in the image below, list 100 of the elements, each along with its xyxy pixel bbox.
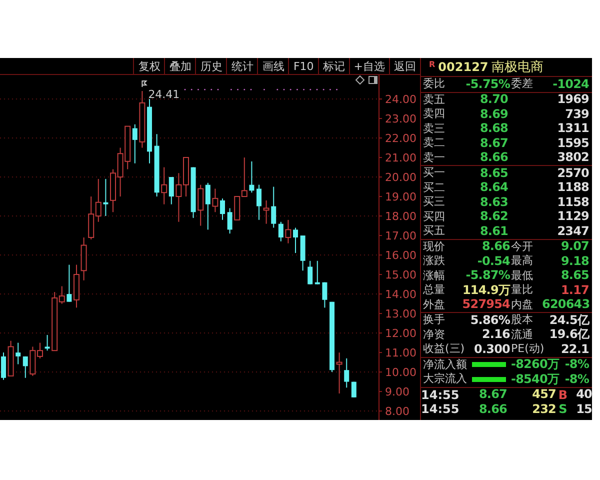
- axis-label: 17.00: [385, 230, 416, 242]
- order-level-label: 卖五: [422, 92, 446, 107]
- candlestick: [139, 90, 146, 148]
- stat-value: 2.16: [482, 328, 510, 342]
- stat-label: 总量: [422, 283, 446, 298]
- trade-count: 40: [576, 388, 592, 402]
- axis-label: 21.00: [385, 152, 416, 164]
- order-price: 8.67: [480, 136, 508, 150]
- stat-value: 8.66: [482, 240, 510, 254]
- axis-label: 12.00: [385, 327, 416, 340]
- candlestick: [308, 260, 313, 285]
- trade-volume: 232: [532, 402, 556, 416]
- order-level-label: 卖四: [422, 107, 446, 122]
- order-price: 8.62: [480, 210, 508, 224]
- stat-value: -5.87%: [466, 269, 510, 282]
- stock-code: 002127: [438, 60, 488, 74]
- axis-label: 20.00: [385, 171, 416, 184]
- candlestick: [44, 334, 50, 352]
- candlestick: [212, 188, 218, 213]
- axis-label: 16.00: [385, 249, 416, 262]
- order-price: 8.70: [480, 93, 508, 106]
- stat-value: 114.9万: [462, 284, 510, 297]
- candlestick: [351, 381, 356, 398]
- stat-value: -5.75%: [466, 78, 510, 91]
- stat-label: 委比: [422, 77, 446, 92]
- order-price: 8.65: [480, 166, 508, 180]
- order-volume: 1188: [557, 181, 589, 194]
- stat-value: 620643: [542, 298, 590, 312]
- order-level-label: 买三: [422, 195, 446, 210]
- order-volume: 3802: [557, 151, 589, 164]
- stat-label: 量比: [510, 283, 534, 298]
- candlestick: [336, 352, 342, 394]
- order-level-label: 卖二: [422, 136, 446, 150]
- candlestick: [154, 134, 160, 197]
- panel-toggle-icon[interactable]: [368, 76, 378, 84]
- trade-count: 15: [576, 402, 592, 416]
- candlestick: [256, 184, 262, 220]
- order-price: 8.66: [480, 151, 508, 164]
- stat-label: 今开: [510, 240, 534, 254]
- flow-label: 大宗流入: [422, 372, 468, 386]
- candlestick: [344, 358, 350, 388]
- order-volume: 1311: [557, 122, 589, 136]
- candlestick: [220, 198, 225, 220]
- axis-label: 9.00: [385, 386, 410, 399]
- axis-label: 23.00: [385, 112, 416, 126]
- stat-label: 涨幅: [422, 268, 446, 283]
- stat-value: 19.6亿: [549, 328, 589, 342]
- order-price: 8.61: [480, 224, 508, 238]
- flag-icon: [142, 80, 148, 88]
- candlestick: [66, 264, 72, 302]
- order-volume: 739: [565, 108, 589, 121]
- trade-side: S: [558, 402, 568, 416]
- order-level-label: 买四: [422, 210, 446, 224]
- flow-amount: -8260万: [511, 358, 559, 372]
- axis-label: 18.00: [385, 210, 416, 223]
- axis-label: 13.00: [385, 308, 416, 321]
- order-volume: 2570: [557, 166, 589, 180]
- candlestick: [263, 200, 270, 224]
- axis-label: 14.00: [385, 288, 416, 302]
- order-volume: 1129: [557, 210, 589, 224]
- flow-percent: -8%: [564, 372, 589, 386]
- stat-label: 涨跌: [422, 254, 446, 268]
- candlestick: [322, 282, 328, 308]
- candlestick: [190, 166, 196, 218]
- order-level-label: 买五: [422, 224, 446, 238]
- stat-label: 内盘: [510, 298, 534, 312]
- order-level-label: 买二: [422, 180, 446, 195]
- candlestick: [314, 260, 320, 285]
- stat-label: 最高: [510, 254, 534, 268]
- trade-time: 14:55: [421, 402, 457, 416]
- candlestick: [1, 352, 6, 380]
- candlestick: [293, 227, 298, 254]
- axis-label: 24.00: [385, 93, 416, 106]
- order-level-label: 买一: [422, 166, 446, 180]
- stat-value: -1024: [552, 78, 589, 91]
- trade-side: B: [557, 388, 569, 402]
- stat-label: 股本: [510, 313, 534, 328]
- stat-label: 净资: [422, 328, 446, 342]
- stat-label: 流通: [510, 328, 534, 342]
- stat-label: 换手: [422, 313, 446, 328]
- candlestick: [271, 186, 276, 228]
- candlestick: [103, 178, 108, 216]
- flow-percent: -8%: [564, 358, 589, 372]
- stock-name: 南极电商: [491, 59, 544, 76]
- axis-label: 8.00: [385, 405, 410, 418]
- stat-label: 委差: [510, 77, 534, 92]
- trade-price: 8.66: [478, 402, 507, 416]
- axis-label: 11.00: [385, 346, 416, 360]
- candlestick: [16, 342, 21, 365]
- trade-volume: 457: [532, 388, 556, 402]
- order-level-label: 卖一: [422, 150, 446, 165]
- candlestick: [22, 356, 28, 378]
- diamond-icon[interactable]: [355, 75, 365, 85]
- stat-value: 9.18: [560, 254, 589, 268]
- order-price: 8.63: [480, 196, 508, 209]
- stat-label: PE(动): [510, 342, 542, 356]
- market-letter: R: [429, 60, 436, 69]
- candlestick: [147, 98, 152, 164]
- stat-value: -0.54: [477, 254, 510, 268]
- candlestick: [249, 160, 254, 194]
